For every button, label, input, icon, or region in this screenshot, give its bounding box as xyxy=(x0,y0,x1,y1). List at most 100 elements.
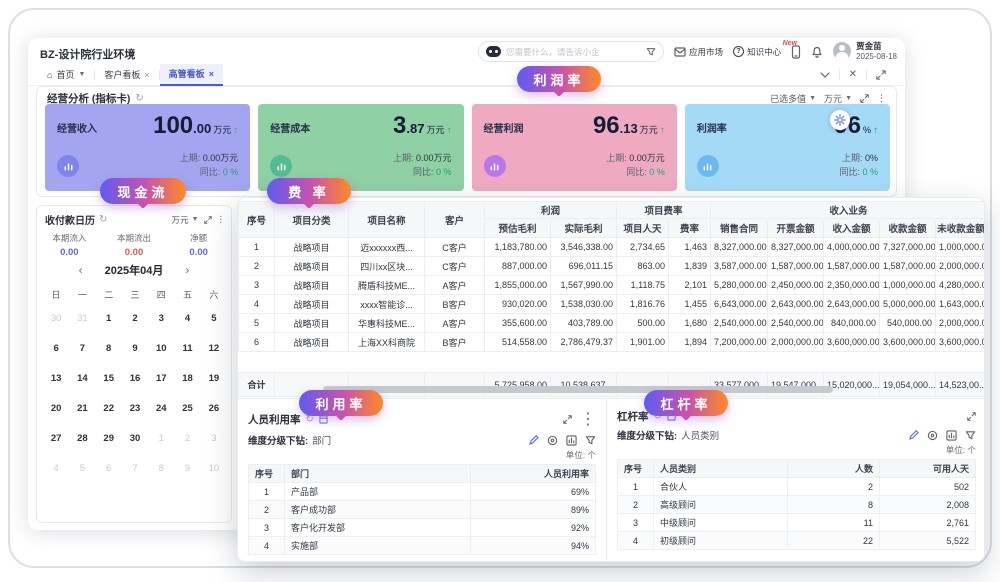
calendar-day[interactable]: 10 xyxy=(148,334,174,364)
target-icon[interactable] xyxy=(547,435,558,446)
column-header[interactable]: 人员利用率 xyxy=(471,465,596,483)
table-cell[interactable]: 1,901.00 xyxy=(617,333,669,352)
table-cell[interactable]: 540,000.00 xyxy=(880,314,936,333)
table-cell[interactable]: 2,450,000.00 xyxy=(768,276,824,295)
table-cell[interactable]: 2 xyxy=(788,478,880,496)
table-cell[interactable]: 8,327,000.00 xyxy=(768,238,824,257)
calendar-unit-dropdown[interactable]: 万元▼ xyxy=(172,214,199,226)
column-header[interactable]: 开票金额 xyxy=(768,219,824,238)
filter-icon[interactable] xyxy=(585,435,596,446)
table-cell[interactable]: A客户 xyxy=(425,314,485,333)
tab-home[interactable]: ⌂ 首页 ▼ xyxy=(38,64,94,86)
next-month-icon[interactable]: › xyxy=(185,263,189,277)
more-vert-icon[interactable]: ⋮ xyxy=(877,93,886,104)
fullscreen-icon[interactable] xyxy=(866,70,895,80)
minimize-icon[interactable] xyxy=(811,72,839,78)
column-header[interactable]: 人员类别 xyxy=(654,460,788,478)
calendar-day[interactable]: 10 xyxy=(201,454,227,484)
table-cell[interactable]: 5,280,000.00 xyxy=(711,276,768,295)
user-menu[interactable]: 贾金苗 2025-08-18 xyxy=(833,42,897,61)
prev-month-icon[interactable]: ‹ xyxy=(79,263,83,277)
search-input[interactable] xyxy=(506,47,641,57)
table-cell[interactable]: 840,000.00 xyxy=(824,314,880,333)
column-header[interactable]: 费率 xyxy=(669,219,711,238)
mobile-icon[interactable] xyxy=(791,45,801,59)
table-cell[interactable]: 1,587,000.00 xyxy=(768,257,824,276)
table-cell[interactable]: 2,540,000.00 xyxy=(711,314,768,333)
more-vert-icon[interactable]: ⋮ xyxy=(217,214,226,225)
calendar-day[interactable]: 7 xyxy=(122,454,148,484)
calendar-day[interactable]: 18 xyxy=(174,364,200,394)
calendar-day[interactable]: 12 xyxy=(201,334,227,364)
table-cell[interactable]: 7,200,000.00 xyxy=(711,333,768,352)
filter-icon[interactable] xyxy=(646,47,656,57)
table-cell[interactable]: 1,587,000.00 xyxy=(880,257,936,276)
bar-chart-icon[interactable] xyxy=(566,435,577,446)
column-header[interactable]: 序号 xyxy=(239,202,275,238)
table-cell[interactable]: A客户 xyxy=(425,276,485,295)
expand-icon[interactable] xyxy=(967,412,976,421)
column-header[interactable]: 客户 xyxy=(425,202,485,238)
settings-gear-icon[interactable] xyxy=(830,110,850,130)
calendar-day[interactable]: 9 xyxy=(122,334,148,364)
calendar-day[interactable]: 1 xyxy=(148,424,174,454)
expand-icon[interactable] xyxy=(860,94,869,103)
calendar-day[interactable]: 16 xyxy=(122,364,148,394)
column-header[interactable]: 可用人天 xyxy=(880,460,976,478)
column-header[interactable]: 序号 xyxy=(249,465,285,483)
table-cell[interactable]: 92% xyxy=(471,519,596,537)
tab-executive-board[interactable]: 高管看板 × xyxy=(160,64,223,86)
column-header[interactable]: 收入金额 xyxy=(824,219,880,238)
table-cell[interactable]: 1,000,000.00 xyxy=(880,276,936,295)
calendar-day[interactable]: 28 xyxy=(69,424,95,454)
expand-icon[interactable] xyxy=(563,415,572,424)
calendar-day[interactable]: 26 xyxy=(201,394,227,424)
brush-icon[interactable] xyxy=(528,435,539,446)
calendar-day[interactable]: 31 xyxy=(69,304,95,334)
table-cell[interactable]: 94% xyxy=(471,537,596,555)
calendar-day[interactable]: 5 xyxy=(69,454,95,484)
table-cell[interactable]: 1,587,000.00 xyxy=(824,257,880,276)
table-cell[interactable]: 1,816.76 xyxy=(617,295,669,314)
table-cell[interactable]: 5,000,000.00 xyxy=(880,295,936,314)
table-cell[interactable]: 2,350,000.00 xyxy=(824,276,880,295)
calendar-day[interactable]: 8 xyxy=(148,454,174,484)
calendar-day[interactable]: 25 xyxy=(174,394,200,424)
table-cell[interactable]: 8,327,000.00 xyxy=(711,238,768,257)
calendar-day[interactable]: 5 xyxy=(201,304,227,334)
tab-customer-board[interactable]: 客户看板 × xyxy=(95,64,158,86)
brush-icon[interactable] xyxy=(908,430,919,441)
close-icon[interactable]: × xyxy=(209,69,214,79)
refresh-icon[interactable]: ↻ xyxy=(135,93,143,104)
knowledge-center-item[interactable]: ? 知识中心 New xyxy=(733,46,781,58)
table-cell[interactable]: 4,000,000.00 xyxy=(824,238,880,257)
kpi-card[interactable]: 经营利润96.13万元↑上期: 0.00万元同比: 0 % xyxy=(472,104,677,191)
column-header[interactable]: 收款金额 xyxy=(880,219,936,238)
table-cell[interactable]: 四川xx区块... xyxy=(349,257,425,276)
calendar-day[interactable]: 4 xyxy=(174,304,200,334)
column-header[interactable]: 实际毛利 xyxy=(551,219,617,238)
expand-icon[interactable] xyxy=(204,216,212,224)
calendar-day[interactable]: 3 xyxy=(201,424,227,454)
table-cell[interactable]: 2,643,000.00 xyxy=(824,295,880,314)
table-cell[interactable]: 69% xyxy=(471,483,596,501)
table-cell[interactable]: 863.00 xyxy=(617,257,669,276)
kpi-card[interactable]: 利润率96%↑上期: 0%同比: 0 % xyxy=(685,104,890,191)
calendar-day[interactable]: 19 xyxy=(201,364,227,394)
calendar-day[interactable]: 14 xyxy=(69,364,95,394)
bell-icon[interactable] xyxy=(811,45,823,58)
column-header[interactable]: 序号 xyxy=(618,460,654,478)
column-header[interactable]: 人数 xyxy=(788,460,880,478)
calendar-day[interactable]: 2 xyxy=(174,424,200,454)
table-cell[interactable]: 6,643,000.00 xyxy=(711,295,768,314)
calendar-day[interactable]: 2 xyxy=(122,304,148,334)
column-header[interactable]: 项目分类 xyxy=(275,202,349,238)
close-window-icon[interactable]: ✕ xyxy=(839,69,866,80)
column-header[interactable]: 预估毛利 xyxy=(485,219,551,238)
table-cell[interactable]: xxxx智能诊... xyxy=(349,295,425,314)
table-cell[interactable]: 2,000,000.00 xyxy=(768,333,824,352)
calendar-day[interactable]: 8 xyxy=(96,334,122,364)
calendar-day[interactable]: 30 xyxy=(122,424,148,454)
calendar-day[interactable]: 24 xyxy=(148,394,174,424)
more-vert-icon[interactable]: ⋮ xyxy=(580,409,596,429)
